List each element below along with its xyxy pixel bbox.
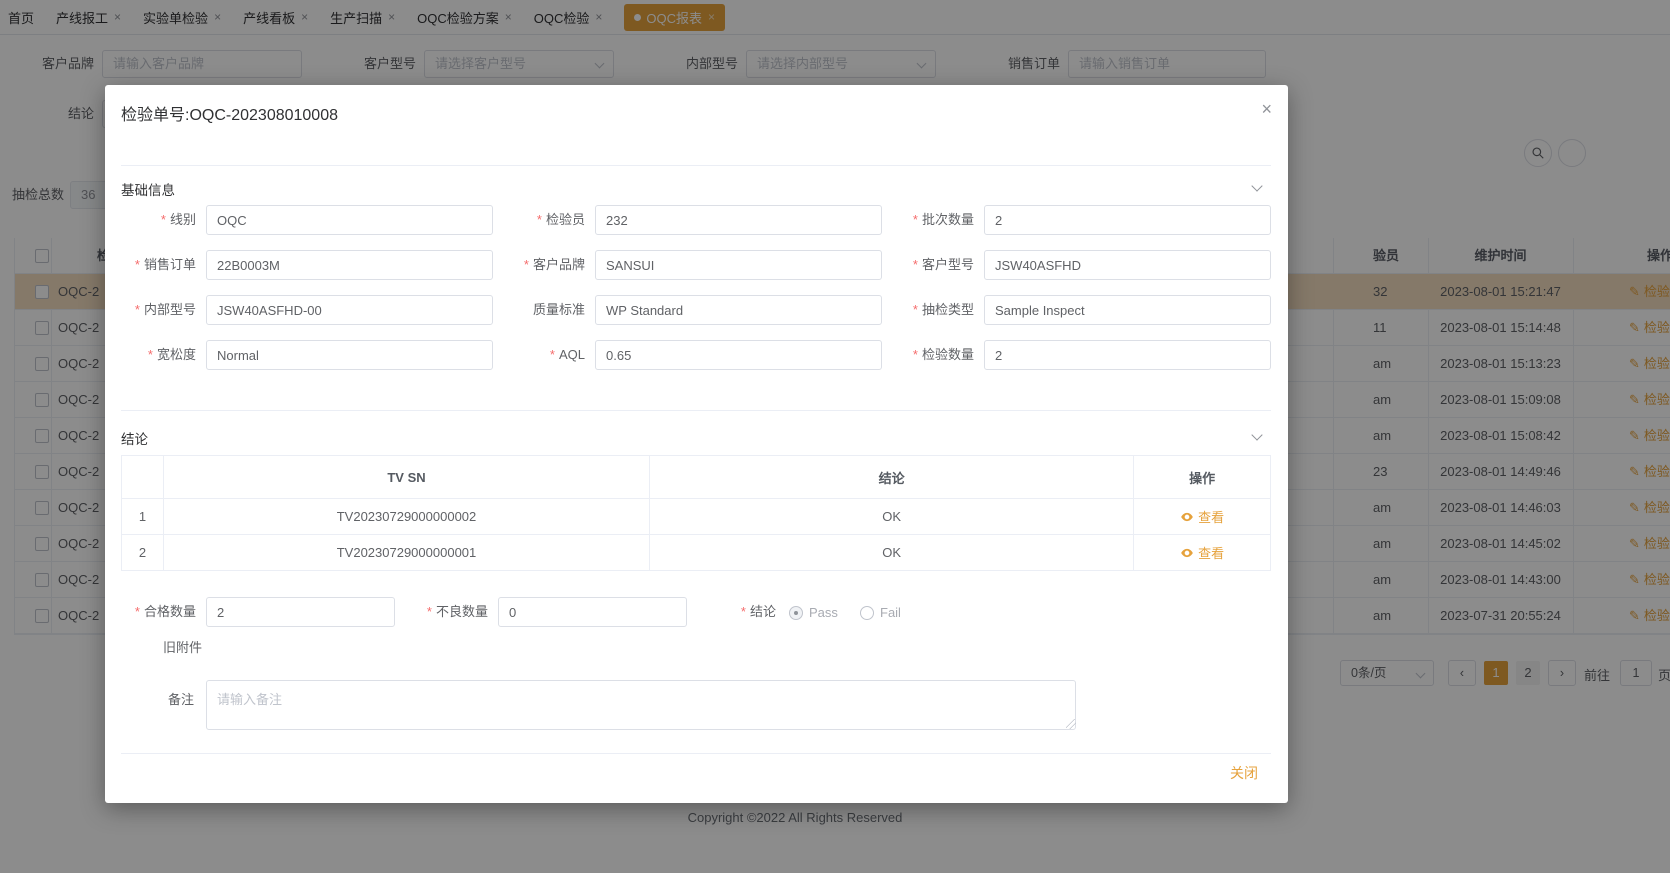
required-asterisk: * (912, 347, 918, 362)
field-label-质量标准: 质量标准 (425, 295, 585, 325)
action-cell: 查看 (1134, 535, 1270, 570)
action-cell: 查看 (1134, 499, 1270, 534)
required-asterisk: * (160, 212, 166, 227)
section-divider (121, 165, 1271, 166)
close-icon[interactable]: × (1261, 99, 1272, 120)
field-label-text: AQL (558, 347, 585, 362)
field-label-AQL: * AQL (425, 340, 585, 370)
col-header-actions: 操作 (1189, 470, 1216, 486)
row-index-cell: 1 (122, 499, 164, 534)
section-divider (121, 410, 1271, 411)
field-input-抽检类型[interactable] (984, 295, 1271, 325)
required-asterisk: * (912, 302, 918, 317)
required-asterisk: * (549, 347, 555, 362)
required-asterisk: * (147, 347, 153, 362)
required-asterisk: * (912, 212, 918, 227)
field-label-text: 客户型号 (921, 257, 974, 272)
old-attachment-label: 旧附件 (163, 640, 203, 655)
eye-icon (1180, 546, 1194, 560)
required-asterisk: * (426, 604, 432, 619)
sn-table-row: 1 TV20230729000000002 OK 查看 (122, 499, 1270, 535)
conclusion-section-title: 结论 (121, 432, 148, 447)
app-window: 首页 产线报工 × 实验单检验 × 产线看板 × 生产扫描 × OQC检验方案 × OQC检验 × OQC… (0, 0, 1670, 873)
field-input-批次数量[interactable] (984, 205, 1271, 235)
sn-result-table: TV SN 结论 操作 1 TV20230729000000002 OK 查看 2 TV2… (121, 455, 1271, 571)
sn-table-row: 2 TV20230729000000001 OK 查看 (122, 535, 1270, 570)
field-label-text: 检验员 (545, 212, 585, 227)
field-label-text: 客户品牌 (532, 257, 585, 272)
view-link[interactable]: 查看 (1180, 507, 1224, 526)
field-label-销售订单: * 销售订单 (36, 250, 196, 280)
col-header-tv-sn: TV SN (164, 456, 651, 498)
required-asterisk: * (134, 302, 140, 317)
required-asterisk: * (523, 257, 529, 272)
result-cell: OK (650, 499, 1135, 534)
col-header-index (122, 456, 164, 498)
required-asterisk: * (134, 257, 140, 272)
collapse-chevron-icon[interactable] (1251, 180, 1263, 192)
field-label-检验员: * 检验员 (425, 205, 585, 235)
field-label-抽检类型: * 抽检类型 (814, 295, 974, 325)
field-label-text: 内部型号 (143, 302, 196, 317)
remark-label: 备注 (167, 692, 194, 707)
field-input-检验数量[interactable] (984, 340, 1271, 370)
view-link[interactable]: 查看 (1180, 543, 1224, 562)
table-header-row: TV SN 结论 操作 (122, 456, 1270, 499)
field-label-内部型号: * 内部型号 (36, 295, 196, 325)
field-label-检验数量: * 检验数量 (814, 340, 974, 370)
field-label-客户型号: * 客户型号 (814, 250, 974, 280)
col-header-result: 结论 (650, 456, 1135, 498)
fail-qty-label: * 不良数量 (426, 604, 488, 619)
result-label: * 结论 (740, 604, 776, 619)
view-link-label: 查看 (1198, 510, 1225, 525)
field-label-线别: * 线别 (36, 205, 196, 235)
field-label-客户品牌: * 客户品牌 (425, 250, 585, 280)
footer-divider (121, 753, 1271, 754)
field-label-text: 检验数量 (921, 347, 974, 362)
tv-sn-cell: TV20230729000000002 (164, 499, 651, 534)
required-asterisk: * (740, 604, 746, 619)
field-label-批次数量: * 批次数量 (814, 205, 974, 235)
result-radio-fail[interactable]: Fail (860, 604, 901, 622)
field-label-宽松度: * 宽松度 (36, 340, 196, 370)
required-asterisk: * (536, 212, 542, 227)
eye-icon (1180, 510, 1194, 524)
field-label-text: 宽松度 (156, 347, 196, 362)
radio-selected-icon (789, 605, 803, 620)
row-index-cell: 2 (122, 535, 164, 570)
resize-grip-icon[interactable] (1066, 719, 1076, 729)
remark-textarea[interactable] (206, 680, 1076, 730)
pass-qty-label: * 合格数量 (134, 604, 196, 619)
result-radio-pass[interactable]: Pass (789, 604, 838, 622)
tv-sn-cell: TV20230729000000001 (164, 535, 651, 570)
field-label-text: 质量标准 (532, 302, 585, 317)
inspection-detail-dialog: 检验单号:OQC-202308010008 × 基础信息 *线别*检验员*批次数… (105, 85, 1288, 803)
field-label-text: 销售订单 (143, 257, 196, 272)
dialog-title: 检验单号:OQC-202308010008 (121, 107, 339, 124)
collapse-chevron-icon[interactable] (1251, 429, 1263, 441)
close-button[interactable]: 关闭 (1230, 763, 1258, 783)
view-link-label: 查看 (1198, 546, 1225, 561)
field-label-text: 抽检类型 (921, 302, 974, 317)
required-asterisk: * (912, 257, 918, 272)
field-label-text: 批次数量 (921, 212, 974, 227)
field-input-客户型号[interactable] (984, 250, 1271, 280)
required-asterisk: * (134, 604, 140, 619)
result-cell: OK (650, 535, 1135, 570)
field-label-text: 线别 (169, 212, 196, 227)
radio-unselected-icon (860, 605, 874, 620)
basic-info-section-title: 基础信息 (121, 183, 175, 198)
